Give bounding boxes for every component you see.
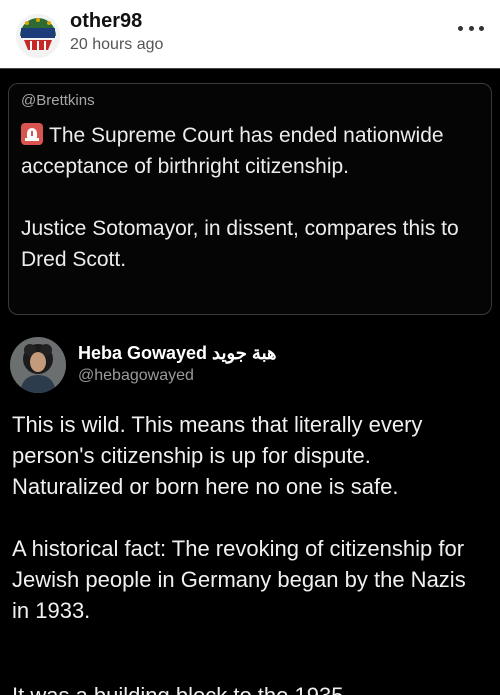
siren-icon <box>21 123 43 145</box>
more-dot <box>468 25 474 31</box>
quoted-tweet-paragraph: The Supreme Court has ended nationwide a… <box>21 120 483 182</box>
quoted-tweet-paragraph-2: Justice Sotomayor, in dissent, compares … <box>21 217 459 271</box>
other98-logo-icon <box>16 14 60 58</box>
tweet-cut-off-text: It was a building block to the 1935 <box>12 682 482 695</box>
post-header: other98 20 hours ago <box>0 0 500 68</box>
author-name[interactable]: Heba Gowayed هبة جويد <box>78 343 277 364</box>
tweet-text: This is wild. This means that literally … <box>12 409 488 626</box>
tweet-cut-off-line: It was a building block to the 1935 <box>12 682 482 695</box>
quoted-tweet-handle: @Brettkins <box>21 92 95 109</box>
tweet-paragraph-2: A historical fact: The revoking of citiz… <box>12 536 466 623</box>
more-options-button[interactable] <box>458 18 484 38</box>
avatar[interactable] <box>16 14 60 58</box>
post-timestamp: 20 hours ago <box>70 36 164 53</box>
author-photo-icon <box>10 337 66 393</box>
author-handle[interactable]: @hebagowayed <box>78 367 194 385</box>
tweet-paragraph-1: This is wild. This means that literally … <box>12 412 423 499</box>
quoted-tweet-card[interactable]: @Brettkins The Supreme Court has ended n… <box>8 83 492 315</box>
author-avatar[interactable] <box>10 337 66 393</box>
username[interactable]: other98 <box>70 10 142 33</box>
embedded-screenshot: @Brettkins The Supreme Court has ended n… <box>0 68 500 695</box>
quoted-tweet-paragraph-1: The Supreme Court has ended nationwide a… <box>21 124 444 178</box>
more-dot <box>479 25 484 31</box>
more-horizontal-icon <box>458 25 463 31</box>
quoted-tweet-text: The Supreme Court has ended nationwide a… <box>21 120 483 275</box>
